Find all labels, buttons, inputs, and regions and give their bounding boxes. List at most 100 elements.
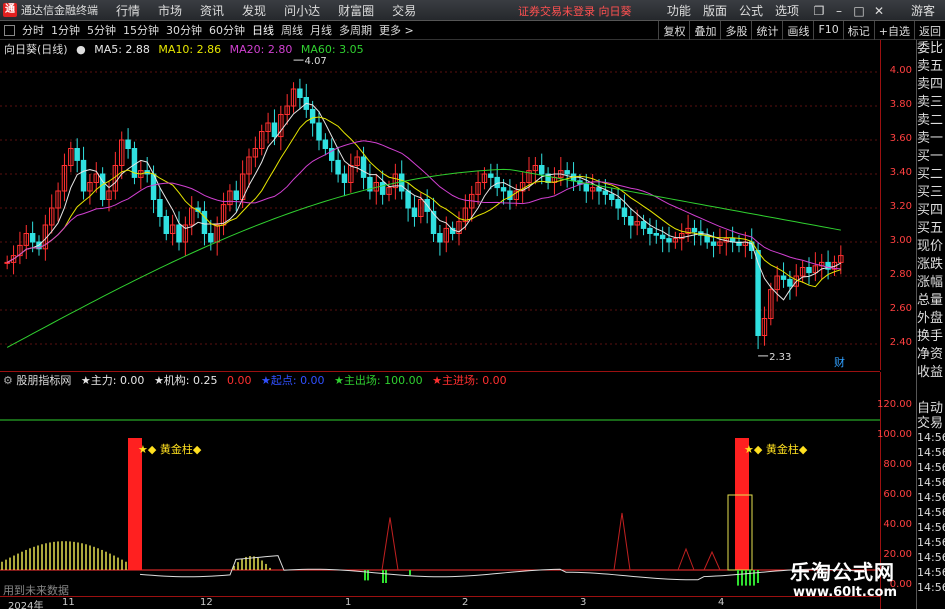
side-panel-item[interactable]: 卖五: [917, 58, 945, 76]
side-panel-item[interactable]: 14:56: [917, 430, 945, 445]
indicator-settings-icon[interactable]: ⚙: [3, 374, 13, 387]
indicator-value: 0.00: [227, 374, 252, 387]
menu-options[interactable]: 选项: [775, 2, 799, 19]
indicator-tick-label: 120.00: [877, 399, 912, 410]
side-panel-item[interactable]: 卖三: [917, 94, 945, 112]
side-panel-item[interactable]: 14:56: [917, 445, 945, 460]
candlestick-chart[interactable]: 4.07 2.33 财: [0, 40, 880, 370]
side-panel-item[interactable]: 14:56: [917, 535, 945, 550]
side-panel-item[interactable]: 买五: [917, 220, 945, 238]
candle-body: [653, 233, 660, 236]
date-tick-label: 2: [462, 597, 469, 608]
date-tick-label: 11: [62, 597, 75, 608]
multi-stock-button[interactable]: 多股: [720, 21, 751, 40]
side-panel-item[interactable]: 外盘: [917, 310, 945, 328]
side-panel-item[interactable]: 14:56: [917, 520, 945, 535]
menu-discover[interactable]: 发现: [242, 2, 266, 19]
side-panel-item[interactable]: 现价: [917, 238, 945, 256]
period-1min[interactable]: 1分钟: [51, 22, 80, 38]
candle-body: [360, 156, 367, 178]
indicator-tick-label: 80.00: [883, 459, 912, 470]
candle-body: [157, 199, 163, 217]
back-button[interactable]: 返回: [914, 21, 945, 40]
adjust-button[interactable]: 复权: [658, 21, 689, 40]
side-panel-item[interactable]: 涨幅: [917, 274, 945, 292]
login-status[interactable]: 证券交易未登录 向日葵: [518, 3, 632, 19]
side-panel-item[interactable]: 买二: [917, 166, 945, 184]
price-tick-label: 3.20: [889, 201, 912, 212]
menu-bar: 通 通达信金融终端 行情 市场 资讯 发现 问小达 财富圈 交易 证券交易未登录…: [0, 0, 945, 21]
side-panel-item[interactable]: 14:56: [917, 550, 945, 565]
side-panel-item[interactable]: 收益: [917, 364, 945, 382]
candle-body: [507, 190, 513, 200]
menu-formula[interactable]: 公式: [739, 2, 763, 19]
period-5min[interactable]: 5分钟: [87, 22, 116, 38]
side-panel-item[interactable]: 总量: [917, 292, 945, 310]
side-panel-item[interactable]: 涨跌: [917, 256, 945, 274]
candle-body: [647, 227, 653, 234]
side-panel-item[interactable]: 委比: [917, 40, 945, 58]
period-monthly[interactable]: 月线: [310, 22, 332, 38]
indicator-main-force: ★主力: 0.00: [80, 374, 145, 387]
side-panel-item[interactable]: 交易: [917, 415, 945, 431]
period-multi[interactable]: 多周期: [339, 22, 372, 38]
indicator-tick-label: 100.00: [877, 429, 912, 440]
stats-button[interactable]: 统计: [751, 21, 782, 40]
candle-body: [125, 139, 131, 149]
side-panel-item[interactable]: 14:56: [917, 460, 945, 475]
candle-body: [208, 233, 214, 243]
side-panel-item[interactable]: 净资: [917, 346, 945, 364]
minimize-icon[interactable]: –: [831, 4, 847, 18]
menu-market[interactable]: 市场: [158, 2, 182, 19]
side-panel-item[interactable]: 买一: [917, 148, 945, 166]
period-30min[interactable]: 30分钟: [166, 22, 202, 38]
side-panel-item[interactable]: 14:56: [917, 505, 945, 520]
draw-button[interactable]: 画线: [782, 21, 813, 40]
period-more[interactable]: 更多 >: [379, 22, 414, 38]
side-panel-item[interactable]: 14:56: [917, 580, 945, 595]
period-15min[interactable]: 15分钟: [123, 22, 159, 38]
side-panel-item[interactable]: 卖二: [917, 112, 945, 130]
side-panel-item[interactable]: 自动: [917, 400, 945, 416]
close-icon[interactable]: ✕: [871, 4, 887, 18]
watermark-url: www.60lt.com: [793, 585, 898, 600]
side-panel-item[interactable]: 卖四: [917, 76, 945, 94]
indicator-tick-label: 60.00: [883, 489, 912, 500]
guest-label[interactable]: 游客: [911, 2, 935, 19]
menu-trade[interactable]: 交易: [392, 2, 416, 19]
overlay-button[interactable]: 叠加: [689, 21, 720, 40]
side-panel-item[interactable]: 换手: [917, 328, 945, 346]
period-intraday[interactable]: 分时: [22, 22, 44, 38]
menu-news[interactable]: 资讯: [200, 2, 224, 19]
indicator-name[interactable]: 股朋指标网: [16, 374, 71, 387]
signal-spike: [703, 550, 721, 571]
toggle-panel-icon[interactable]: [4, 24, 15, 36]
restore-icon[interactable]: ❐: [811, 4, 827, 18]
menu-wealth[interactable]: 财富圈: [338, 2, 374, 19]
side-panel-item[interactable]: [917, 382, 945, 400]
period-60min[interactable]: 60分钟: [209, 22, 245, 38]
price-tick-label: 3.00: [889, 235, 912, 246]
maximize-icon[interactable]: □: [851, 4, 867, 18]
side-panel-item[interactable]: 14:56: [917, 565, 945, 580]
menu-quotes[interactable]: 行情: [116, 2, 140, 19]
period-weekly[interactable]: 周线: [281, 22, 303, 38]
menu-layout[interactable]: 版面: [703, 2, 727, 19]
indicator-chart[interactable]: ★◆ 黄金柱◆ ★◆ 黄金柱◆: [0, 388, 880, 598]
menu-function[interactable]: 功能: [667, 2, 691, 19]
menu-ask[interactable]: 问小达: [284, 2, 320, 19]
side-panel-item[interactable]: 卖一: [917, 130, 945, 148]
candle-body: [316, 122, 322, 141]
low-price-label: 2.33: [769, 352, 791, 363]
mark-button[interactable]: 标记: [842, 21, 874, 40]
f10-button[interactable]: F10: [813, 21, 842, 40]
side-panel-item[interactable]: 14:56: [917, 490, 945, 505]
side-panel-item[interactable]: 14:56: [917, 475, 945, 490]
add-watchlist-button[interactable]: +自选: [873, 21, 914, 40]
period-daily[interactable]: 日线: [252, 22, 274, 38]
candle-body: [163, 216, 170, 234]
candle-body: [309, 108, 316, 124]
candle-body: [806, 267, 812, 274]
side-panel-item[interactable]: 买三: [917, 184, 945, 202]
side-panel-item[interactable]: 买四: [917, 202, 945, 220]
